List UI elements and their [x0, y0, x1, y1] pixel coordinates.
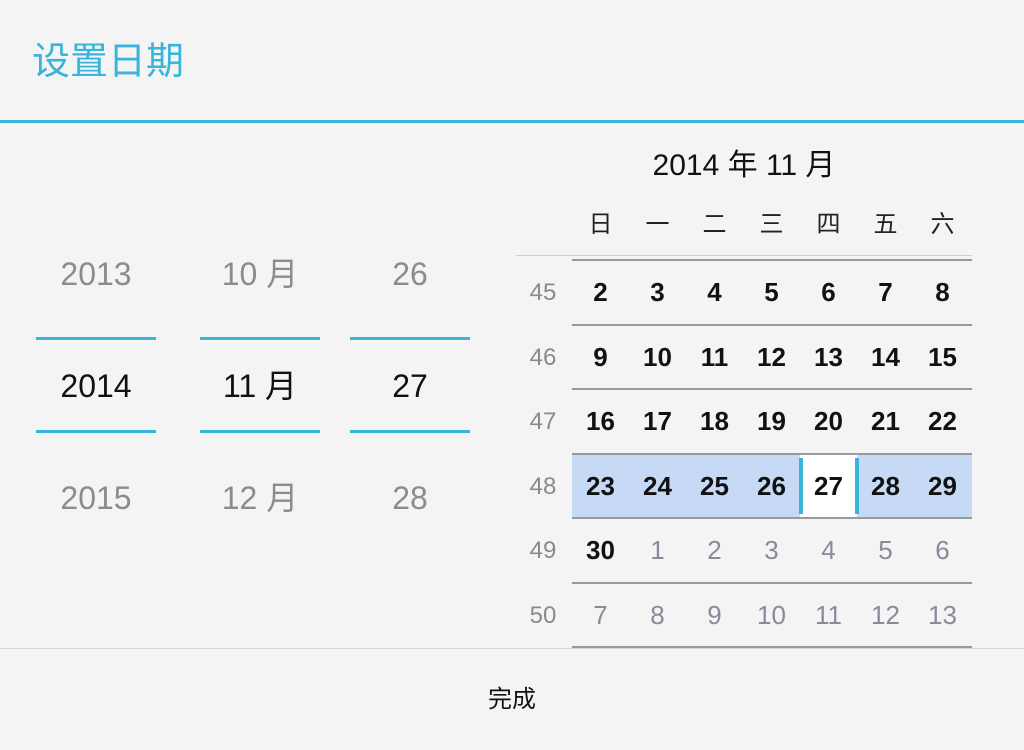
week-number: 47: [529, 408, 557, 435]
calendar-day[interactable]: 6: [800, 275, 857, 309]
calendar-day[interactable]: 3: [743, 533, 800, 567]
calendar-day[interactable]: 4: [800, 533, 857, 567]
year-current[interactable]: 2014: [36, 366, 156, 406]
calendar-day[interactable]: 11: [686, 340, 743, 374]
calendar-day[interactable]: 17: [629, 404, 686, 438]
calendar-day[interactable]: 27: [800, 469, 857, 503]
calendar-day[interactable]: 16: [572, 404, 629, 438]
week-row-divider: [572, 323, 972, 326]
week-row-divider: [572, 259, 972, 261]
week-row-divider: [572, 517, 972, 519]
day-selection-line-bottom: [350, 430, 470, 433]
year-selection-line-top: [36, 337, 156, 340]
day-spinner[interactable]: 26 27 28: [350, 240, 470, 530]
calendar-day[interactable]: 22: [914, 404, 971, 438]
day-selection-line-top: [350, 337, 470, 340]
calendar-day[interactable]: 6: [914, 533, 971, 567]
title-divider: [0, 120, 1024, 123]
calendar-day[interactable]: 30: [572, 533, 629, 567]
calendar-day[interactable]: 26: [743, 469, 800, 503]
year-spinner[interactable]: 2013 2014 2015: [36, 240, 156, 530]
calendar-day[interactable]: 9: [686, 598, 743, 632]
weekday-label: 五: [873, 210, 898, 238]
week-number: 46: [529, 343, 557, 371]
calendar-day[interactable]: 8: [914, 275, 971, 309]
calendar-day[interactable]: 9: [572, 340, 629, 374]
calendar-day[interactable]: 28: [857, 469, 914, 503]
week-number: 45: [529, 279, 557, 306]
week-row-divider: [572, 388, 972, 390]
calendar-day[interactable]: 13: [914, 598, 971, 632]
month-spinner[interactable]: 10 月 11 月 12 月: [200, 240, 320, 530]
calendar-day[interactable]: 10: [629, 340, 686, 374]
calendar-day[interactable]: 19: [743, 404, 800, 438]
calendar-day[interactable]: 29: [914, 469, 971, 503]
calendar-day[interactable]: 1: [629, 533, 686, 567]
calendar-day[interactable]: 18: [686, 404, 743, 438]
calendar-day[interactable]: 14: [857, 340, 914, 374]
month-selection-line-top: [200, 337, 320, 340]
month-next[interactable]: 12 月: [200, 478, 320, 518]
calendar-day[interactable]: 5: [857, 533, 914, 567]
dialog-title-bar: 设置日期: [0, 0, 1024, 121]
day-current[interactable]: 27: [350, 366, 470, 406]
calendar-day[interactable]: 7: [857, 275, 914, 309]
weekday-label: 日: [588, 210, 613, 238]
calendar-day[interactable]: 25: [686, 469, 743, 503]
calendar-day[interactable]: 8: [629, 598, 686, 632]
week-number: 49: [529, 537, 557, 564]
dialog-title: 设置日期: [32, 39, 185, 83]
week-number: 48: [529, 472, 557, 500]
weekday-label: 四: [816, 210, 841, 238]
day-prev[interactable]: 26: [350, 254, 470, 294]
month-selection-line-bottom: [200, 430, 320, 433]
weekday-label: 六: [930, 210, 955, 238]
calendar-day[interactable]: 12: [857, 598, 914, 632]
week-number: 50: [529, 601, 557, 629]
done-button[interactable]: 完成: [0, 649, 1024, 750]
calendar-day[interactable]: 5: [743, 275, 800, 309]
calendar-day[interactable]: 2: [572, 275, 629, 309]
year-prev[interactable]: 2013: [36, 254, 156, 294]
calendar-day[interactable]: 10: [743, 598, 800, 632]
year-next[interactable]: 2015: [36, 478, 156, 518]
calendar-day[interactable]: 11: [800, 598, 857, 632]
weekday-label: 三: [759, 210, 784, 238]
weekday-label: 二: [702, 210, 727, 238]
week-row-divider: [572, 452, 972, 455]
calendar-month-header: 2014 年 11 月: [652, 149, 836, 182]
calendar-day[interactable]: 20: [800, 404, 857, 438]
day-next[interactable]: 28: [350, 478, 470, 518]
year-selection-line-bottom: [36, 430, 156, 433]
calendar-header-divider: [516, 255, 972, 256]
month-prev[interactable]: 10 月: [200, 254, 320, 294]
calendar-day[interactable]: 24: [629, 469, 686, 503]
calendar-day[interactable]: 7: [572, 598, 629, 632]
weekday-label: 一: [645, 210, 670, 238]
calendar-day[interactable]: 21: [857, 404, 914, 438]
calendar-day[interactable]: 2: [686, 533, 743, 567]
calendar-day[interactable]: 12: [743, 340, 800, 374]
month-current[interactable]: 11 月: [200, 366, 320, 406]
calendar-day[interactable]: 23: [572, 469, 629, 503]
calendar-day[interactable]: 15: [914, 340, 971, 374]
calendar-day[interactable]: 4: [686, 275, 743, 309]
calendar-day[interactable]: 3: [629, 275, 686, 309]
calendar-day[interactable]: 13: [800, 340, 857, 374]
week-row-divider: [572, 581, 972, 584]
